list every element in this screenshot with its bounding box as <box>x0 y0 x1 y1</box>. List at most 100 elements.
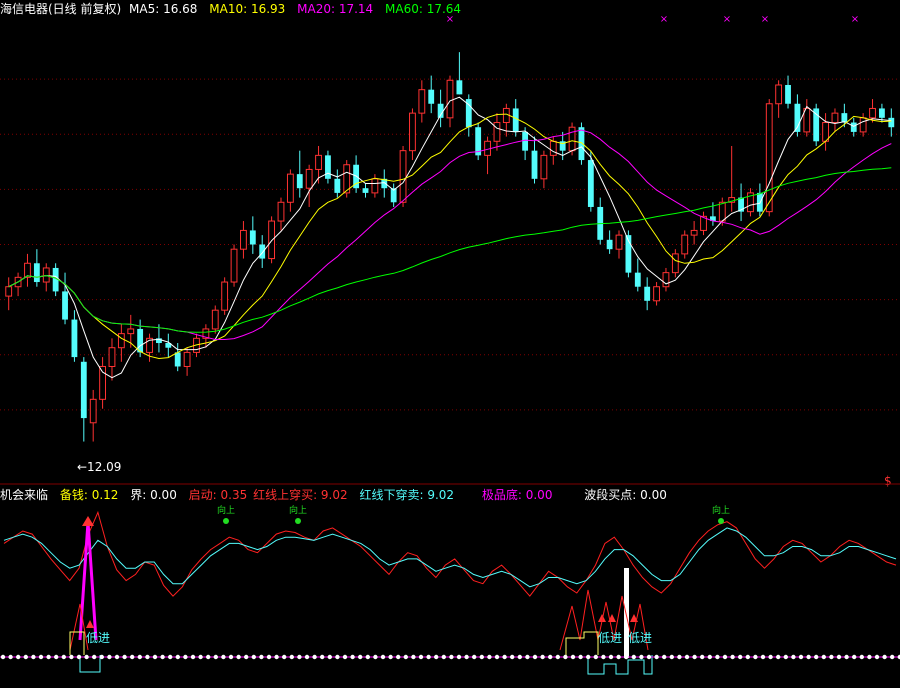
candle-body <box>662 272 670 288</box>
baseline-dot <box>373 654 378 660</box>
candle-body <box>305 168 313 189</box>
grid-lines <box>0 78 900 411</box>
candle-body <box>785 84 791 104</box>
baseline-dot <box>160 654 165 660</box>
baseline-dot <box>289 654 294 660</box>
baseline-dot <box>168 654 173 660</box>
ma10-line <box>8 113 892 360</box>
x-marker-icon: × <box>851 14 859 25</box>
baseline-dot <box>874 654 880 660</box>
baseline-dot <box>411 654 416 660</box>
yellow-step <box>69 631 85 655</box>
baseline-dot <box>783 654 788 660</box>
candle-body <box>71 319 78 358</box>
candle-body <box>127 328 135 335</box>
baseline-dot <box>426 654 431 660</box>
candle-body <box>334 178 341 193</box>
baseline-dot <box>494 654 500 660</box>
stock-chart[interactable]: × × × × × 向上 向上 向上低进 低进 低进 ←12.09 $ <box>0 0 900 688</box>
baseline-dot <box>890 654 895 660</box>
top-markers: × × × × × <box>446 14 859 25</box>
baseline-dot <box>418 654 424 660</box>
baseline-dot <box>578 654 583 660</box>
baseline-dot <box>130 654 135 660</box>
candle-body <box>813 108 820 142</box>
candle-body <box>418 89 426 114</box>
baseline-dot <box>593 654 598 660</box>
candle-body <box>615 234 623 250</box>
baseline-dot <box>122 654 127 660</box>
candle-body <box>183 351 191 367</box>
baseline-dot <box>608 654 614 660</box>
buy-arrow-icon <box>86 620 94 628</box>
candle-body <box>240 229 247 250</box>
candle-body <box>644 286 651 301</box>
baseline-dot <box>639 654 644 660</box>
candle-body <box>315 154 322 170</box>
baseline-dot <box>798 654 804 660</box>
candle-body <box>62 291 68 320</box>
candle-body <box>522 131 529 151</box>
candle-body <box>286 173 294 203</box>
candle-body <box>211 309 219 330</box>
candle-body <box>268 220 276 260</box>
baseline-dot <box>244 654 249 660</box>
candle-body <box>325 155 331 179</box>
candle-body <box>80 361 87 419</box>
dollar-icon: $ <box>884 474 892 488</box>
baseline-dot <box>563 654 568 660</box>
candle-body <box>137 328 144 353</box>
candle-body <box>879 108 885 118</box>
candle-body <box>493 122 501 142</box>
green-dot <box>295 518 301 524</box>
candle-body <box>634 272 641 287</box>
baseline-dot <box>814 654 819 660</box>
candle-body <box>230 248 238 283</box>
candle-body <box>850 122 857 132</box>
candle-body <box>42 267 50 283</box>
baseline-dot <box>882 654 887 660</box>
baseline-dot <box>753 654 758 660</box>
baseline-dot <box>99 654 105 660</box>
baseline-dot <box>730 654 735 660</box>
baseline-dot <box>700 654 705 660</box>
baseline-dot <box>859 654 864 660</box>
candle-body <box>540 154 548 180</box>
baseline-dot <box>92 654 97 660</box>
baseline-dot <box>517 654 522 660</box>
candle-body <box>5 286 13 297</box>
baseline-dot <box>464 654 469 660</box>
candle-body <box>869 107 876 119</box>
baseline-dot <box>738 654 743 660</box>
baseline-dot <box>479 654 484 660</box>
baseline-dot <box>107 654 112 660</box>
baseline-dot <box>236 654 241 660</box>
baseline-dot <box>350 654 355 660</box>
baseline-dot <box>844 654 849 660</box>
candle-body <box>24 262 31 278</box>
baseline-dot <box>722 654 728 660</box>
baseline-dot <box>852 654 857 660</box>
baseline-dot <box>760 654 766 660</box>
baseline-dot <box>532 654 538 660</box>
candle-body <box>718 201 726 222</box>
candle-body <box>428 89 435 104</box>
cyan-signal-line <box>3 527 897 588</box>
baseline-dot <box>586 654 591 660</box>
baseline-dot <box>616 654 621 660</box>
baseline-dot <box>365 654 370 660</box>
baseline-dot <box>707 654 712 660</box>
baseline-dot <box>206 654 211 660</box>
candle-body <box>33 263 40 283</box>
signal-up-label: 向上 <box>712 504 730 516</box>
signal-up-label: 向上 <box>217 504 235 516</box>
baseline-dot <box>137 654 142 660</box>
candle-body <box>568 126 576 152</box>
baseline-dot <box>335 654 340 660</box>
signal-low-label: 低进 <box>86 631 110 645</box>
candle-body <box>587 160 594 207</box>
candle-body <box>888 117 895 128</box>
baseline-dot <box>61 654 66 660</box>
baseline-dot <box>8 654 13 660</box>
candle-body <box>296 174 303 189</box>
